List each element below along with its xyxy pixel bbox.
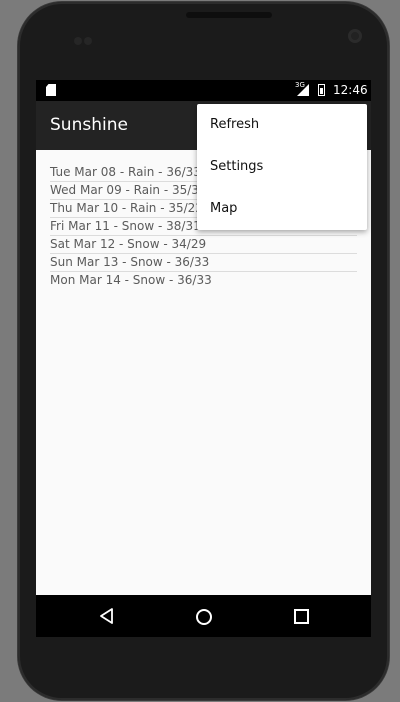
status-bar: 3G 12:46 <box>36 80 371 101</box>
forecast-item[interactable]: Sat Mar 12 - Snow - 34/29 <box>50 236 357 254</box>
forecast-item[interactable]: Mon Mar 14 - Snow - 36/33 <box>50 272 357 289</box>
forecast-item[interactable]: Sun Mar 13 - Snow - 36/33 <box>50 254 357 272</box>
earpiece-speaker <box>186 12 272 18</box>
front-camera-icon <box>348 29 362 43</box>
overflow-menu: Refresh Settings Map <box>197 104 367 230</box>
recents-icon[interactable] <box>294 609 309 624</box>
menu-item-settings[interactable]: Settings <box>197 146 367 188</box>
battery-icon <box>318 84 325 96</box>
back-icon[interactable] <box>99 608 115 624</box>
phone-screen: 3G 12:46 Sunshine Tue Mar 08 - Rain - 36… <box>36 80 371 637</box>
sensor-dots <box>74 30 98 45</box>
navigation-bar <box>36 595 371 637</box>
status-time: 12:46 <box>333 83 368 97</box>
app-title: Sunshine <box>50 115 128 135</box>
home-icon[interactable] <box>196 609 212 625</box>
menu-item-map[interactable]: Map <box>197 188 367 230</box>
sd-card-icon <box>46 84 56 96</box>
signal-icon <box>297 84 309 96</box>
menu-item-refresh[interactable]: Refresh <box>197 104 367 146</box>
